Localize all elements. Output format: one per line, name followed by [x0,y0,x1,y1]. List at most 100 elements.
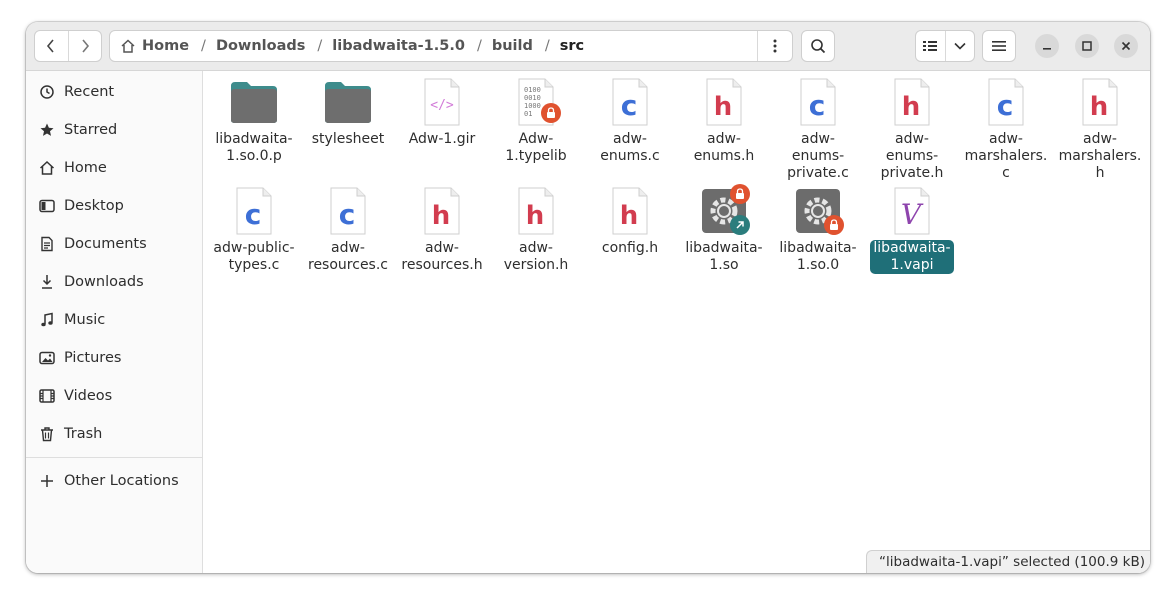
file-name: adw-enums.c [600,131,660,164]
file-name: adw-enums-private.c [787,131,849,181]
breadcrumb-downloads[interactable]: Downloads [216,38,305,54]
file-name: adw-enums.h [693,131,755,164]
file-item[interactable]: c adw-public-types.c [211,186,297,274]
close-icon [1121,41,1131,51]
file-item[interactable]: h adw-enums-private.h [869,77,955,182]
sidebar-item-trash[interactable]: Trash [26,417,202,451]
svg-text:V: V [901,198,924,231]
file-item[interactable]: 0100 0010 1000 01 Adw-1.typelib [493,77,579,165]
svg-text:h: h [432,201,451,231]
sidebar-item-downloads[interactable]: Downloads [26,265,202,299]
selection-status: “libadwaita-1.vapi” selected (100.9 kB) [866,550,1150,573]
file-item[interactable]: </> Adw-1.gir [399,77,485,148]
file-name: Adw-1.gir [408,131,476,147]
folder-menu-button[interactable] [757,31,792,61]
c-header-file-icon: h [605,186,655,236]
shared-library-icon [699,184,750,236]
breadcrumb-build[interactable]: build [492,38,533,54]
file-name: Adw-1.typelib [505,131,567,164]
file-item-selected[interactable]: V libadwaita-1.vapi [869,186,955,274]
video-icon [39,388,55,404]
c-source-file-icon: c [605,77,655,127]
sidebar-item-label: Pictures [64,350,122,366]
breadcrumb-home[interactable]: Home [142,38,189,54]
sidebar-item-music[interactable]: Music [26,303,202,337]
sidebar-item-videos[interactable]: Videos [26,379,202,413]
file-item[interactable]: h adw-enums.h [681,77,767,165]
lock-icon [824,215,844,235]
view-options-button[interactable] [944,31,975,61]
file-item[interactable]: c adw-marshalers.c [963,77,1049,182]
minimize-button[interactable] [1035,34,1059,58]
file-name: libadwaita-1.vapi [870,240,954,274]
main-menu-button[interactable] [982,30,1016,62]
c-header-file-icon: h [511,186,561,236]
clock-icon [39,84,55,100]
svg-text:1000: 1000 [524,102,541,110]
svg-text:c: c [245,198,262,231]
svg-text:0100: 0100 [524,86,541,94]
c-header-file-icon: h [699,77,749,127]
vertical-dots-icon [773,39,777,53]
breadcrumb-separator: / [476,38,482,54]
file-name: adw-resources.h [401,240,483,273]
sidebar-item-documents[interactable]: Documents [26,227,202,261]
breadcrumb-src[interactable]: src [560,38,584,54]
sidebar-item-label: Desktop [64,198,124,214]
file-name: adw-marshalers.h [1058,131,1142,181]
home-icon [121,39,135,53]
sidebar-item-label: Trash [64,426,103,442]
file-item[interactable]: c adw-enums.c [587,77,673,165]
file-item[interactable]: c adw-resources.c [305,186,391,274]
sidebar-item-starred[interactable]: Starred [26,113,202,147]
lock-icon [541,103,561,123]
svg-text:h: h [714,92,733,122]
forward-button[interactable] [67,31,102,61]
hamburger-menu-icon [992,41,1006,51]
file-name: adw-version.h [503,240,569,273]
sidebar-item-recent[interactable]: Recent [26,75,202,109]
file-item[interactable]: h adw-marshalers.h [1057,77,1143,182]
file-item[interactable]: stylesheet [305,77,391,148]
home-icon [39,160,55,176]
view-buttons [915,30,975,62]
file-name: libadwaita-1.so [685,240,763,273]
list-view-icon [923,41,938,51]
picture-icon [39,350,55,366]
breadcrumb-separator: / [201,38,206,54]
sidebar-item-desktop[interactable]: Desktop [26,189,202,223]
file-name: stylesheet [311,131,385,147]
sidebar-item-pictures[interactable]: Pictures [26,341,202,375]
file-name: adw-marshalers.c [964,131,1048,181]
file-item[interactable]: libadwaita-1.so.0.p [211,77,297,165]
maximize-button[interactable] [1075,34,1099,58]
file-item[interactable]: h adw-version.h [493,186,579,274]
sidebar-item-label: Videos [64,388,113,404]
back-button[interactable] [35,31,68,61]
sidebar-divider [26,457,202,458]
symlink-arrow-icon [730,215,750,235]
breadcrumb-separator: / [317,38,323,54]
list-view-button[interactable] [916,31,945,61]
maximize-icon [1082,41,1092,51]
file-item[interactable]: libadwaita-1.so.0 [775,186,861,274]
close-button[interactable] [1114,34,1138,58]
file-item[interactable]: h adw-resources.h [399,186,485,274]
breadcrumb-libadwaita[interactable]: libadwaita-1.5.0 [332,38,465,54]
file-name: adw-resources.c [308,240,388,273]
breadcrumb-separator: / [544,38,550,54]
music-icon [39,312,55,328]
file-item[interactable]: c adw-enums-private.c [775,77,861,182]
file-item[interactable]: h config.h [587,186,673,257]
navigation-buttons [34,30,102,62]
file-item[interactable]: libadwaita-1.so [681,184,767,274]
path-bar: Home / Downloads / libadwaita-1.5.0 / bu… [109,30,793,62]
file-name: libadwaita-1.so.0.p [215,131,293,164]
sidebar-item-other-locations[interactable]: Other Locations [26,464,202,498]
c-source-file-icon: c [793,77,843,127]
search-button[interactable] [801,30,835,62]
sidebar-item-label: Music [64,312,106,328]
svg-text:c: c [809,89,826,122]
c-source-file-icon: c [229,186,279,236]
sidebar-item-home[interactable]: Home [26,151,202,185]
